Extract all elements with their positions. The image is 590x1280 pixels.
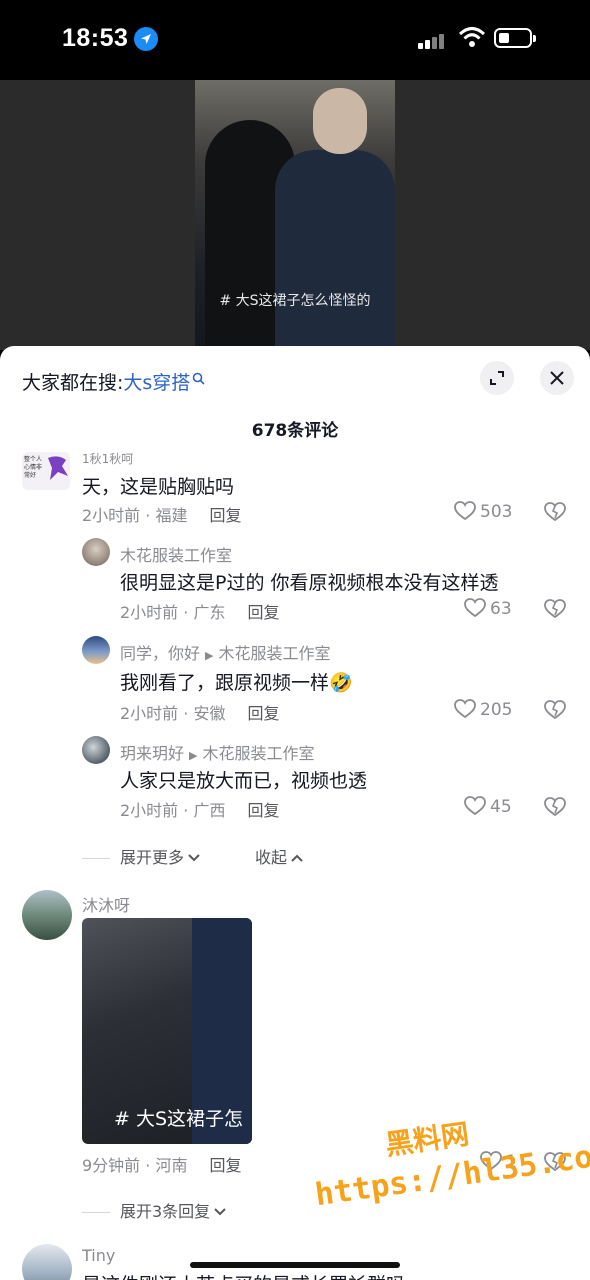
chevron-down-icon — [188, 854, 200, 862]
comment-meta: 2小时前 · 广东 回复 — [120, 599, 279, 623]
divider — [82, 858, 110, 859]
divider — [82, 1212, 110, 1213]
like-count: 205 — [480, 700, 513, 720]
dislike-button[interactable] — [544, 599, 566, 623]
comment-author-line: 同学，你好 ▶ 木花服装工作室 — [120, 640, 331, 664]
close-button[interactable] — [540, 361, 574, 395]
comment-meta: 9分钟前 · 河南 回复 — [82, 1152, 241, 1176]
reply-to-author[interactable]: 木花服装工作室 — [202, 744, 314, 763]
comment-time-location: 2小时前 · 广西 — [120, 801, 226, 820]
expand-icon — [490, 371, 504, 385]
reply-button[interactable]: 回复 — [247, 704, 279, 723]
search-suggestion[interactable]: 大家都在搜:大s穿搭 — [22, 368, 205, 395]
status-bar: 18:53 — [0, 0, 590, 80]
collapse-replies-button[interactable]: 收起 — [255, 844, 304, 868]
comments-sheet: 大家都在搜:大s穿搭 678条评论 整个人心情非常好 1秋1秋呵 天，这是贴胸贴… — [0, 346, 590, 1280]
comment-text: 人家只是放大而已，视频也透 — [120, 770, 368, 792]
video-figure-right — [275, 150, 395, 350]
expand-replies-label: 展开3条回复 — [120, 1202, 211, 1221]
like-button[interactable]: 63 — [464, 598, 512, 619]
comment-meta: 2小时前 · 福建 回复 — [82, 502, 241, 526]
comment-meta: 2小时前 · 广西 回复 — [120, 797, 279, 821]
comment-author[interactable]: 沐沐呀 — [82, 892, 130, 916]
collapse-label: 收起 — [255, 848, 288, 867]
like-button[interactable]: 205 — [454, 699, 512, 720]
comment-text: 很明显这是P过的 你看原视频根本没有这样透 — [120, 572, 499, 594]
chevron-down-icon — [214, 1208, 226, 1216]
heart-icon — [454, 501, 476, 521]
video-caption: # 大S这裙子怎么怪怪的 — [219, 293, 371, 309]
dislike-button[interactable] — [544, 502, 566, 526]
location-arrow-icon — [134, 27, 158, 51]
reply-button[interactable]: 回复 — [247, 603, 279, 622]
video-player[interactable]: # 大S这裙子怎么怪怪的 — [0, 80, 590, 350]
close-icon — [550, 371, 564, 385]
battery-icon — [494, 28, 536, 48]
reply-to-author[interactable]: 木花服装工作室 — [218, 644, 330, 663]
reply-button[interactable]: 回复 — [209, 1156, 241, 1175]
dislike-button[interactable] — [544, 700, 566, 724]
video-frame: # 大S这裙子怎么怪怪的 — [195, 80, 395, 350]
comments-count: 678条评论 — [251, 421, 339, 441]
broken-heart-icon — [544, 700, 566, 720]
comment-text: 天，这是贴胸贴吗 — [82, 476, 235, 498]
reply-button[interactable]: 回复 — [247, 801, 279, 820]
wifi-icon — [458, 26, 486, 52]
comment-text: 我刚看了，跟原视频一样🤣 — [120, 672, 353, 694]
comment-time-location: 2小时前 · 广东 — [120, 603, 226, 622]
avatar[interactable] — [82, 736, 110, 764]
search-keyword-link[interactable]: 大s穿搭 — [123, 372, 190, 394]
avatar-text: 整个人心情非常好 — [24, 456, 43, 479]
comment-time-location: 9分钟前 · 河南 — [82, 1156, 188, 1175]
reply-button[interactable]: 回复 — [209, 506, 241, 525]
avatar[interactable] — [82, 538, 110, 566]
video-figure-head — [313, 88, 367, 154]
comment-author[interactable]: Tiny — [82, 1246, 115, 1265]
comment-author[interactable]: 玥来玥好 — [120, 744, 184, 763]
avatar[interactable]: 整个人心情非常好 — [22, 452, 70, 490]
comment-author[interactable]: 1秋1秋呵 — [82, 450, 133, 467]
chevron-up-icon — [291, 854, 303, 862]
comment-meta: 2小时前 · 安徽 回复 — [120, 700, 279, 724]
image-caption: # 大S这裙子怎 — [114, 1108, 244, 1130]
like-button[interactable]: 503 — [454, 501, 512, 522]
comment-time-location: 2小时前 · 安徽 — [120, 704, 226, 723]
home-indicator[interactable] — [190, 1262, 400, 1268]
expand-more-replies-button[interactable]: 展开更多 — [82, 844, 201, 868]
avatar[interactable] — [82, 636, 110, 664]
avatar[interactable] — [22, 1244, 72, 1280]
like-count: 63 — [490, 599, 512, 619]
comment-author[interactable]: 木花服装工作室 — [120, 542, 232, 566]
heart-icon — [464, 796, 486, 816]
avatar[interactable] — [22, 890, 72, 940]
reply-arrow-icon: ▶ — [189, 749, 198, 762]
search-icon — [193, 372, 205, 385]
comment-time-location: 2小时前 · 福建 — [82, 506, 188, 525]
comment-author-line: 玥来玥好 ▶ 木花服装工作室 — [120, 740, 315, 764]
heart-icon — [454, 699, 476, 719]
expand-more-label: 展开更多 — [120, 848, 185, 867]
cellular-signal-icon — [418, 30, 446, 49]
broken-heart-icon — [544, 502, 566, 522]
broken-heart-icon — [544, 599, 566, 619]
comment-text: 是这件刚还小若点买的是或长罩衫群吗 — [82, 1270, 405, 1280]
expand-replies-button[interactable]: 展开3条回复 — [82, 1198, 227, 1222]
like-count: 503 — [480, 502, 513, 522]
broken-heart-icon — [544, 797, 566, 817]
dislike-button[interactable] — [544, 797, 566, 821]
comment-author[interactable]: 同学，你好 — [120, 644, 200, 663]
reply-arrow-icon: ▶ — [205, 649, 214, 662]
like-button[interactable]: 45 — [464, 796, 512, 817]
search-prefix: 大家都在搜: — [22, 372, 124, 394]
heart-icon — [464, 598, 486, 618]
expand-fullscreen-button[interactable] — [480, 361, 514, 395]
like-count: 45 — [490, 797, 512, 817]
comment-image[interactable]: # 大S这裙子怎 — [82, 918, 252, 1144]
status-time: 18:53 — [62, 24, 129, 52]
